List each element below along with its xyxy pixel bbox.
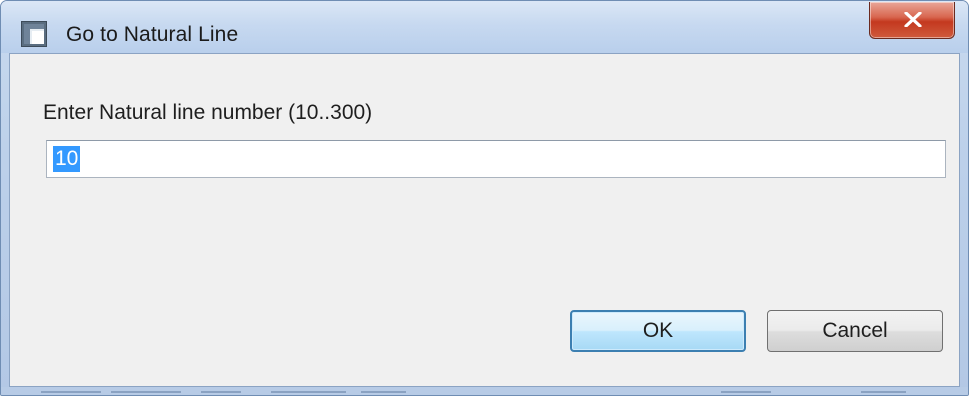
cancel-button[interactable]: Cancel bbox=[767, 310, 943, 352]
border-mark bbox=[201, 391, 241, 393]
title-bar[interactable]: Go to Natural Line bbox=[1, 1, 968, 53]
window-title: Go to Natural Line bbox=[66, 23, 239, 46]
border-mark bbox=[111, 391, 181, 393]
border-mark bbox=[361, 391, 406, 393]
border-mark bbox=[721, 391, 771, 393]
border-mark bbox=[271, 391, 346, 393]
dialog-app-icon bbox=[21, 21, 47, 47]
border-mark bbox=[41, 391, 101, 393]
ok-button[interactable]: OK bbox=[570, 310, 746, 352]
window-bottom-border bbox=[1, 387, 968, 395]
border-mark bbox=[861, 391, 906, 393]
close-button[interactable] bbox=[869, 2, 955, 39]
line-number-input[interactable]: 10 bbox=[46, 140, 946, 178]
close-icon bbox=[904, 12, 922, 27]
dialog-body: Enter Natural line number (10..300) 10 O… bbox=[9, 53, 960, 387]
go-to-natural-line-dialog: Go to Natural Line Enter Natural line nu… bbox=[0, 0, 969, 396]
line-number-prompt: Enter Natural line number (10..300) bbox=[43, 101, 373, 124]
line-number-value: 10 bbox=[53, 146, 81, 172]
